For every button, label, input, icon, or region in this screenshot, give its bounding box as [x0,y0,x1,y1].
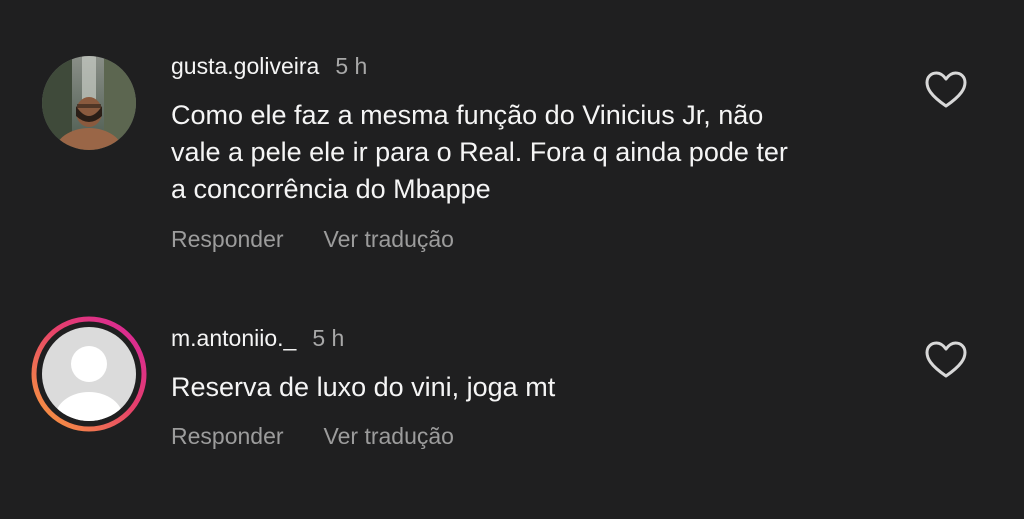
translate-button[interactable]: Ver tradução [324,226,454,252]
timestamp: 5 h [335,53,368,79]
translate-button[interactable]: Ver tradução [324,423,454,449]
avatar[interactable] [31,316,147,432]
comment-actions: Responder Ver tradução [171,225,454,253]
heart-outline-icon [925,71,967,108]
comment-text: Reserva de luxo do vini, joga mt [171,372,556,402]
heart-outline-icon [925,341,967,378]
like-button[interactable] [924,340,968,380]
comment-item: gusta.goliveira 5 h Como ele faz a mesma … [0,0,1024,280]
comment-header: gusta.goliveira 5 h [171,52,367,80]
avatar[interactable] [42,56,136,150]
reply-button[interactable]: Responder [171,226,284,252]
comment-item: m.antoniio._ 5 h Reserva de luxo do vini,… [0,280,1024,519]
comment-text: Como ele faz a mesma função do Vinicius … [171,100,788,204]
reply-button[interactable]: Responder [171,423,284,449]
comment-actions: Responder Ver tradução [171,422,454,450]
username[interactable]: m.antoniio._ [171,325,296,351]
username[interactable]: gusta.goliveira [171,53,319,79]
timestamp: 5 h [312,325,345,351]
like-button[interactable] [924,70,968,110]
comment-header: m.antoniio._ 5 h [171,324,344,352]
